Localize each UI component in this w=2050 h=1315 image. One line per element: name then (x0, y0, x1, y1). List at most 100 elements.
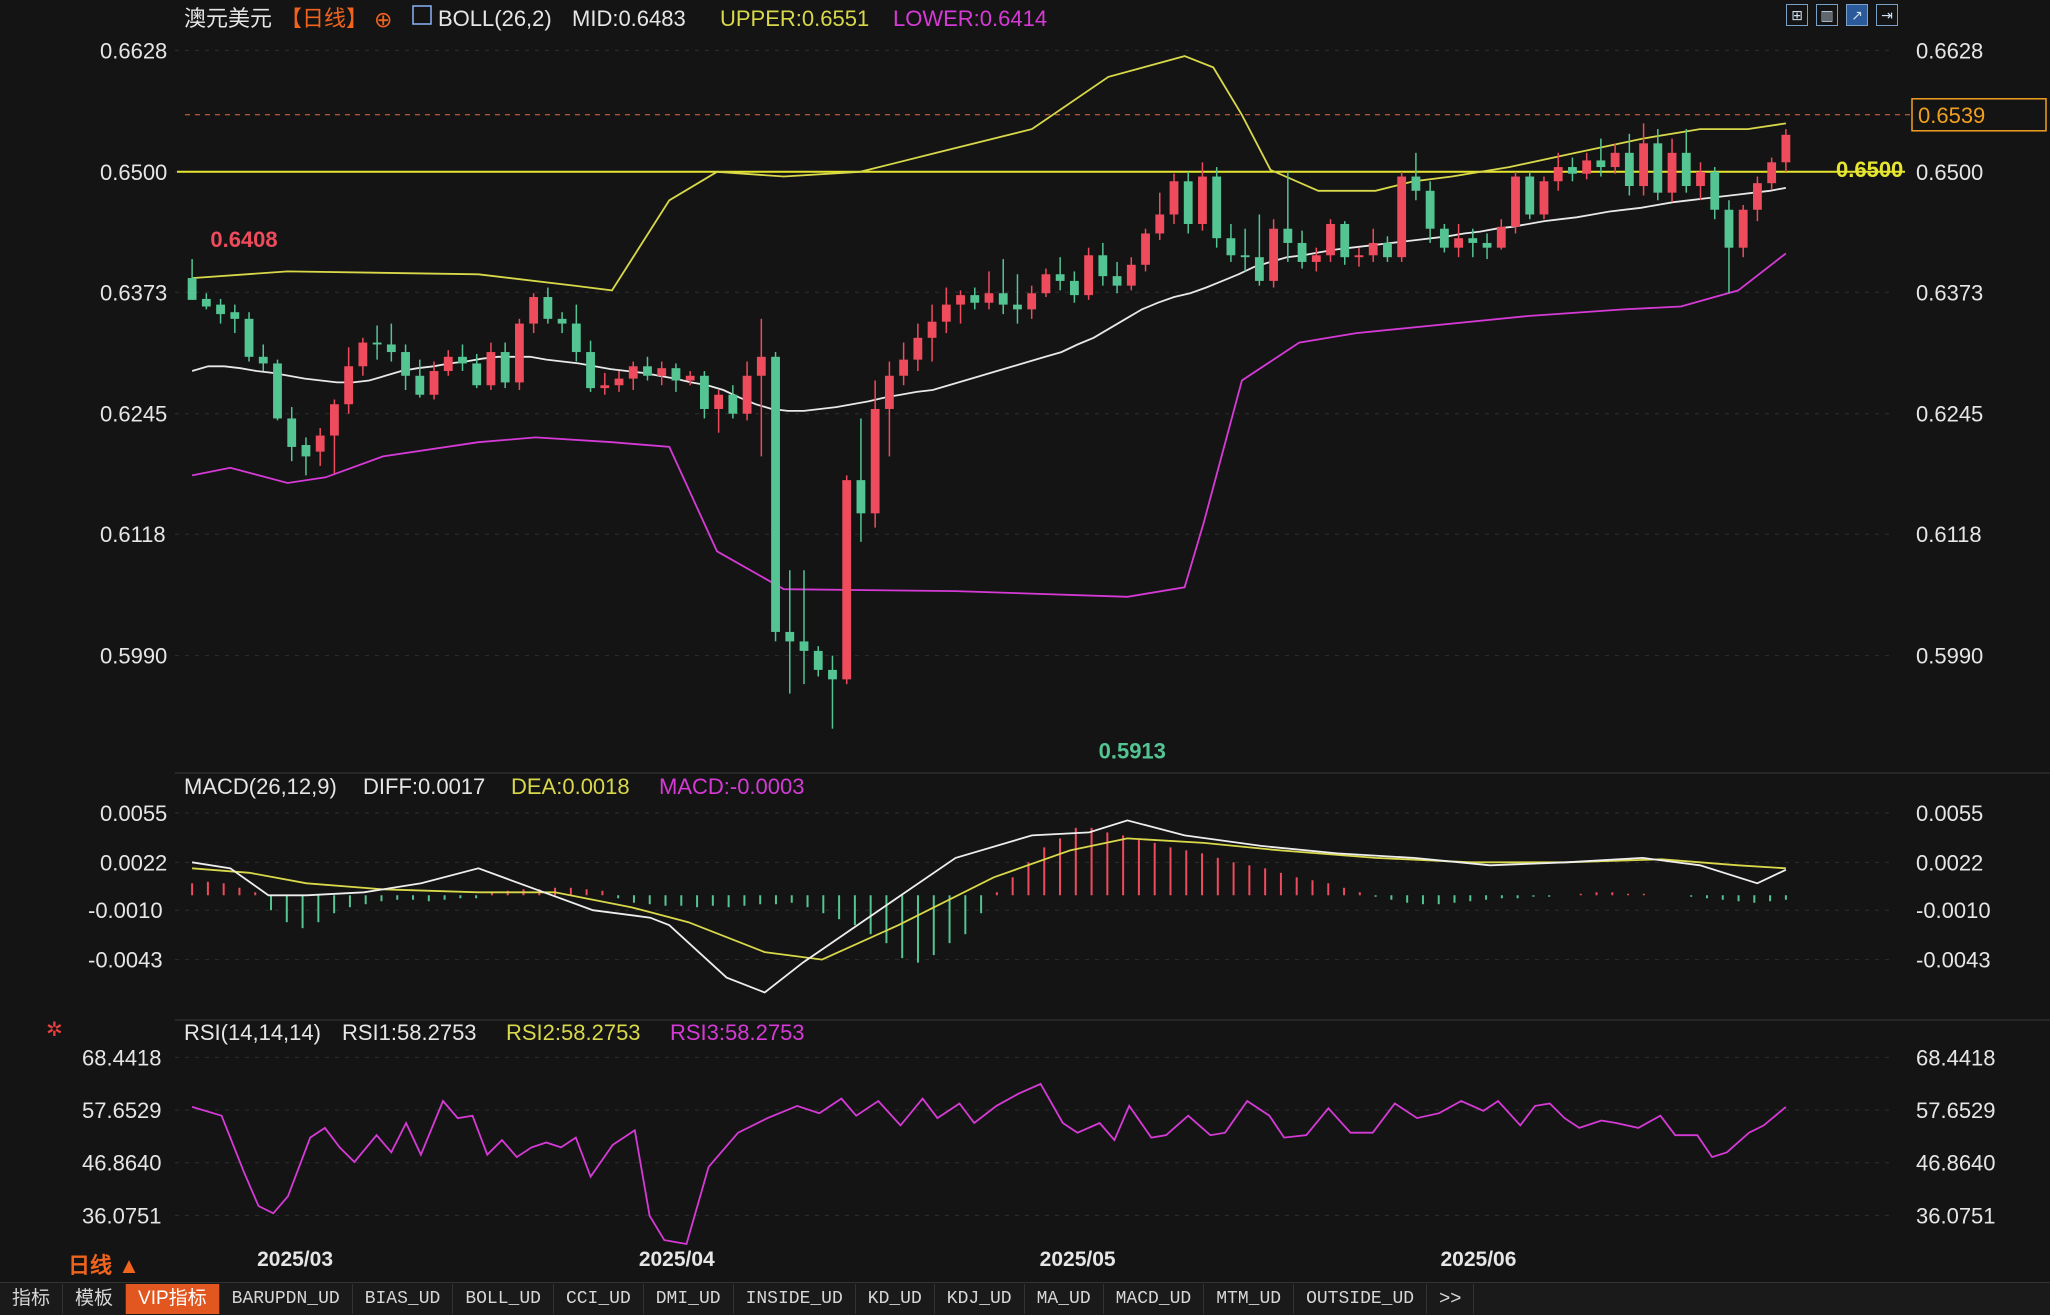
candle-body (1724, 209, 1734, 248)
candle-body (1269, 228, 1279, 281)
tab-barupdn-ud[interactable]: BARUPDN_UD (220, 1284, 353, 1314)
candle-body (1141, 233, 1150, 265)
price-tick-right: 0.6118 (1916, 522, 1982, 547)
macd-label: MACD(26,12,9) (184, 774, 337, 799)
candle-body (1311, 255, 1321, 262)
line-chart-icon[interactable]: ↗ (1846, 4, 1868, 26)
candle-body (1753, 183, 1762, 210)
candle-body (1511, 176, 1520, 227)
candle-body (429, 371, 439, 395)
candle-body (273, 363, 282, 419)
chart-canvas: 0.65000.64080.59130.65510.63720.6539 0.6… (0, 0, 2050, 1282)
boll-mid: MID:0.6483 (572, 6, 686, 31)
candle-body (842, 480, 852, 680)
candle-body (600, 385, 610, 389)
tab-boll-ud[interactable]: BOLL_UD (453, 1284, 554, 1314)
candle-body (1326, 223, 1335, 256)
candle-body (685, 375, 695, 381)
candle-body (1283, 228, 1293, 243)
candle-body (1525, 176, 1535, 215)
price-tick-right: 0.6245 (1916, 402, 1983, 427)
x-axis-tick: 2025/04 (639, 1248, 715, 1271)
tab-vip-[interactable]: VIP指标 (126, 1284, 220, 1314)
tab-ma-ud[interactable]: MA_UD (1025, 1284, 1104, 1314)
rsi-label: RSI(14,14,14) (184, 1020, 321, 1045)
candle-body (1767, 162, 1777, 184)
price-tick-left: 0.5990 (100, 644, 167, 669)
rsi-tick-right: 57.6529 (1916, 1098, 1996, 1123)
candle-body (1568, 167, 1577, 174)
candlestick-icon[interactable]: ▥ (1816, 4, 1838, 26)
candle-body (315, 435, 325, 452)
candle-body (287, 418, 297, 447)
candle-body (1596, 160, 1606, 168)
price-tick-right: 0.5990 (1916, 644, 1983, 669)
tab--[interactable]: 模板 (63, 1284, 127, 1314)
candle-body (671, 368, 681, 381)
rsi-tick-left: 36.0751 (82, 1203, 162, 1228)
candle-body (1439, 228, 1449, 248)
candle-body (870, 408, 880, 514)
tab-outside-ud[interactable]: OUTSIDE_UD (1294, 1284, 1428, 1314)
price-tick-right: 0.6500 (1916, 160, 1983, 185)
symbol-label: 澳元美元 (184, 6, 272, 31)
candle-body (230, 312, 240, 319)
settings-icon[interactable]: ✲ (46, 1019, 63, 1041)
candle-body (1027, 293, 1037, 310)
candle-body (458, 356, 467, 364)
candle-body (657, 368, 667, 376)
macd-tick-right: 0.0022 (1916, 850, 1983, 875)
rsi-tick-right: 68.4418 (1916, 1045, 1996, 1070)
candle-body (216, 304, 225, 315)
candle-body (372, 342, 382, 345)
price-tick-right: 0.6628 (1916, 38, 1983, 63)
candle-body (1183, 181, 1193, 224)
boll-lower: LOWER:0.6414 (893, 6, 1047, 31)
candle-body (1639, 143, 1648, 187)
candle-body (500, 352, 510, 383)
candle-body (728, 394, 738, 414)
crosshair-icon[interactable]: ⊞ (1786, 4, 1808, 26)
tab-macd-ud[interactable]: MACD_UD (1104, 1284, 1205, 1314)
candle-body (1198, 176, 1207, 224)
tab-cci-ud[interactable]: CCI_UD (554, 1284, 644, 1314)
price-tick-left: 0.6628 (100, 38, 167, 63)
candle-body (571, 323, 581, 353)
candle-body (244, 318, 254, 357)
period-selector[interactable]: 日线 ▲ (68, 1248, 140, 1280)
candle-body (1582, 160, 1592, 174)
candle-body (1212, 176, 1222, 239)
candle-body (443, 356, 453, 372)
candle-body (301, 445, 311, 457)
tab-kdj-ud[interactable]: KDJ_UD (935, 1284, 1025, 1314)
rsi-tick-left: 68.4418 (82, 1045, 162, 1070)
add-icon[interactable]: ⊕ (374, 7, 392, 32)
price-tick-right: 0.6373 (1916, 280, 1983, 305)
rsi2-value: RSI2:58.2753 (506, 1020, 641, 1045)
tab-inside-ud[interactable]: INSIDE_UD (734, 1284, 856, 1314)
period-tag: 【日线】 (280, 6, 368, 31)
tab-mtm-ud[interactable]: MTM_UD (1204, 1284, 1295, 1314)
price-tick-left: 0.6500 (100, 160, 167, 185)
macd-tick-left: 0.0055 (100, 801, 167, 826)
candle-body (1781, 134, 1791, 163)
price-tick-left: 0.6118 (100, 522, 166, 547)
tab-dmi-ud[interactable]: DMI_UD (644, 1284, 734, 1314)
tab--[interactable]: 指标 (0, 1284, 64, 1314)
export-icon[interactable]: ⇥ (1876, 4, 1898, 26)
candle-body (472, 363, 482, 386)
candle-body (1411, 176, 1421, 191)
candle-body (1482, 242, 1492, 248)
tab--[interactable]: >> (1427, 1284, 1475, 1314)
tab-kd-ud[interactable]: KD_UD (856, 1284, 935, 1314)
macd-tick-left: 0.0022 (100, 850, 167, 875)
candle-body (1667, 152, 1677, 193)
macd-dea: DEA:0.0018 (511, 774, 630, 799)
candle-body (1425, 190, 1435, 229)
candle-body (1539, 181, 1549, 215)
candle-body (1738, 209, 1748, 248)
candle-body (614, 378, 624, 386)
tab-bias-ud[interactable]: BIAS_UD (353, 1284, 454, 1314)
candle-body (1098, 255, 1108, 277)
candle-body (1653, 143, 1663, 193)
